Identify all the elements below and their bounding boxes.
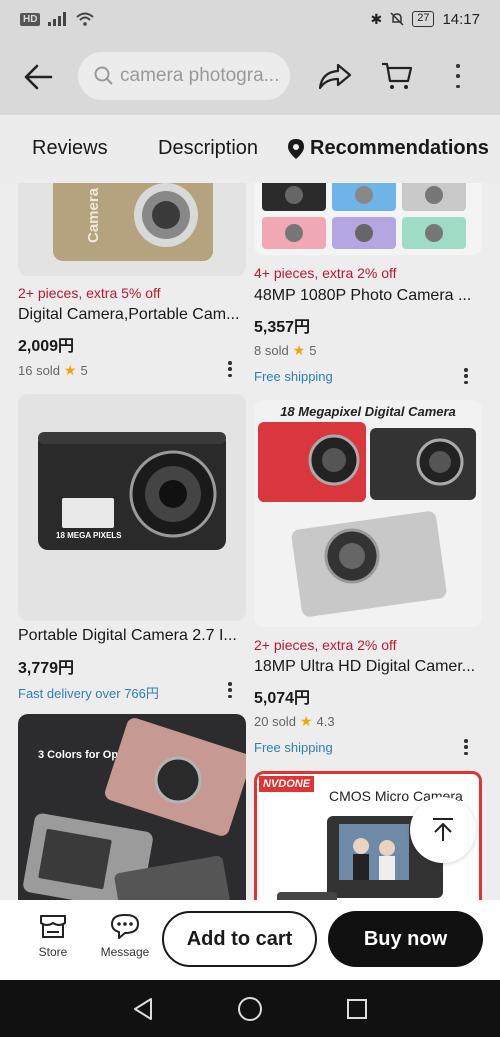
tab-description[interactable]: Description	[158, 137, 258, 160]
product-card[interactable]: 4+ pieces, extra 2% off 48MP 1080P Photo…	[254, 183, 482, 393]
battery-indicator: 27	[412, 11, 435, 27]
product-title: 48MP 1080P Photo Camera ...	[254, 287, 472, 304]
product-image: 18 MEGA PIXELS	[18, 394, 246, 621]
product-card[interactable]: 3 Colors for Option	[18, 714, 246, 900]
store-button[interactable]: Store	[30, 913, 76, 959]
share-button[interactable]	[317, 60, 353, 92]
cart-icon	[382, 62, 413, 89]
search-input[interactable]: camera photogra...	[78, 52, 290, 100]
wifi-icon	[76, 12, 95, 26]
bluetooth-icon: ✱	[370, 10, 383, 27]
promo-text: 2+ pieces, extra 5% off	[18, 285, 161, 301]
free-shipping-label: Free shipping	[254, 740, 333, 755]
store-label: Store	[38, 945, 68, 959]
delivery-label: Fast delivery over 766円	[18, 686, 159, 701]
buy-now-button[interactable]: Buy now	[328, 911, 483, 967]
tab-recommendations[interactable]: Recommendations	[288, 137, 489, 160]
rating-value: 4.3	[316, 714, 335, 729]
product-price: 5,074円	[254, 690, 311, 707]
nav-home-icon[interactable]	[237, 996, 263, 1022]
free-shipping-label: Free shipping	[254, 369, 333, 384]
share-icon	[318, 63, 352, 90]
tab-recommendations-label: Recommendations	[310, 137, 489, 159]
star-icon: ★	[299, 713, 313, 729]
promo-text: 2+ pieces, extra 2% off	[254, 637, 397, 653]
more-icon[interactable]	[224, 361, 236, 377]
signal-icon	[48, 12, 67, 26]
nav-back-icon[interactable]	[132, 997, 154, 1021]
message-button[interactable]: Message	[97, 913, 153, 959]
bottom-action-bar: Store Message Add to cart Buy now	[0, 900, 500, 980]
message-icon	[111, 914, 139, 939]
location-pin-icon	[288, 138, 304, 159]
more-options-button[interactable]	[452, 64, 464, 88]
product-price: 2,009円	[18, 338, 75, 355]
arrow-up-icon	[433, 818, 453, 841]
product-title: 18MP Ultra HD Digital Camer...	[254, 658, 476, 675]
top-bar: camera photogra...	[0, 38, 500, 115]
sales-rating: 20 sold ★ 4.3	[254, 713, 335, 730]
product-image: 3 Colors for Option	[18, 714, 246, 900]
sold-count: 20 sold	[254, 714, 296, 729]
add-to-cart-button[interactable]: Add to cart	[162, 911, 317, 967]
tab-bar: Reviews Description Recommendations	[0, 115, 500, 183]
product-price: 5,357円	[254, 319, 311, 336]
network-type: HD	[20, 12, 41, 26]
more-icon[interactable]	[224, 682, 236, 698]
scroll-to-top-button[interactable]	[410, 797, 476, 863]
recommendations-grid: Camera 2+ pieces, extra 5% off Digital C…	[0, 183, 500, 900]
search-placeholder: camera photogra...	[120, 65, 280, 86]
product-image: 18 Megapixel Digital Camera	[254, 400, 482, 627]
cart-button[interactable]	[380, 60, 414, 92]
sales-rating: 16 sold ★ 5	[18, 362, 88, 379]
store-icon	[40, 915, 66, 938]
back-arrow-icon	[24, 64, 53, 90]
back-button[interactable]	[22, 62, 54, 92]
product-card[interactable]: 18 MEGA PIXELS Portable Digital Camera 2…	[18, 394, 246, 701]
product-card[interactable]: Camera 2+ pieces, extra 5% off Digital C…	[18, 183, 246, 383]
rating-value: 5	[80, 363, 88, 378]
star-icon: ★	[292, 342, 306, 358]
sold-count: 8 sold	[254, 343, 289, 358]
product-image	[254, 183, 482, 255]
product-image-label: Camera	[85, 187, 102, 243]
product-price: 3,779円	[18, 660, 75, 677]
clock: 14:17	[442, 10, 480, 28]
brand-badge: NVDONE	[259, 776, 315, 792]
sales-rating: 8 sold ★ 5	[254, 342, 317, 359]
product-card[interactable]: 18 Megapixel Digital Camera 2+ pieces, e…	[254, 400, 482, 760]
product-title: Digital Camera,Portable Cam...	[18, 306, 240, 323]
product-image: Camera	[18, 183, 246, 276]
more-icon[interactable]	[460, 739, 472, 755]
product-title: Portable Digital Camera 2.7 I...	[18, 627, 237, 644]
sold-count: 16 sold	[18, 363, 60, 378]
star-icon: ★	[63, 362, 77, 378]
promo-text: 4+ pieces, extra 2% off	[254, 265, 397, 281]
search-icon	[94, 66, 113, 85]
more-icon[interactable]	[460, 368, 472, 384]
status-bar: HD ✱ 27 14:17	[0, 0, 500, 38]
mute-icon	[390, 12, 404, 26]
nav-recents-icon[interactable]	[346, 998, 368, 1020]
message-label: Message	[100, 945, 150, 959]
product-image-caption: 18 Megapixel Digital Camera	[280, 404, 456, 419]
rating-value: 5	[309, 343, 317, 358]
system-navigation-bar	[0, 980, 500, 1037]
tab-reviews[interactable]: Reviews	[32, 137, 108, 160]
product-image-label: 18 MEGA PIXELS	[56, 531, 122, 540]
